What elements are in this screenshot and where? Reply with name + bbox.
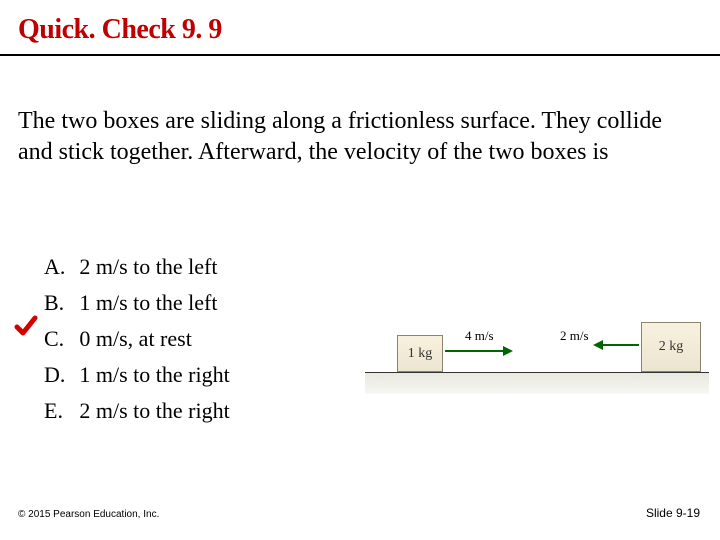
title-divider (0, 54, 720, 56)
answer-option: B.1 m/s to the left (44, 286, 230, 320)
box-1kg: 1 kg (397, 335, 443, 372)
answer-text: 2 m/s to the right (79, 394, 229, 428)
answer-letter: B. (44, 286, 77, 320)
answer-letter: E. (44, 394, 77, 428)
velocity-arrow-right (445, 346, 513, 356)
answer-letter: A. (44, 250, 77, 284)
answer-text: 1 m/s to the right (79, 358, 229, 392)
answer-text: 2 m/s to the left (79, 250, 229, 284)
checkmark-icon (14, 314, 38, 338)
answer-list: A.2 m/s to the left B.1 m/s to the left … (42, 248, 232, 430)
answer-letter: C. (44, 322, 77, 356)
answer-option: A.2 m/s to the left (44, 250, 230, 284)
answer-text: 1 m/s to the left (79, 286, 229, 320)
answer-text: 0 m/s, at rest (79, 322, 229, 356)
slide: Quick. Check 9. 9 The two boxes are slid… (0, 0, 720, 540)
velocity-label-2: 2 m/s (560, 328, 589, 344)
slide-number: Slide 9-19 (646, 506, 700, 520)
slide-title: Quick. Check 9. 9 (18, 14, 222, 46)
velocity-arrow-left (593, 340, 639, 350)
box-2kg: 2 kg (641, 322, 701, 372)
answer-option: D.1 m/s to the right (44, 358, 230, 392)
physics-diagram: 1 kg 2 kg 4 m/s 2 m/s (365, 274, 709, 394)
answer-option: E.2 m/s to the right (44, 394, 230, 428)
ground-surface (365, 372, 709, 394)
velocity-label-1: 4 m/s (465, 328, 494, 344)
copyright-text: © 2015 Pearson Education, Inc. (18, 509, 159, 520)
question-text: The two boxes are sliding along a fricti… (18, 106, 702, 168)
answer-option: C.0 m/s, at rest (44, 322, 230, 356)
answer-letter: D. (44, 358, 77, 392)
